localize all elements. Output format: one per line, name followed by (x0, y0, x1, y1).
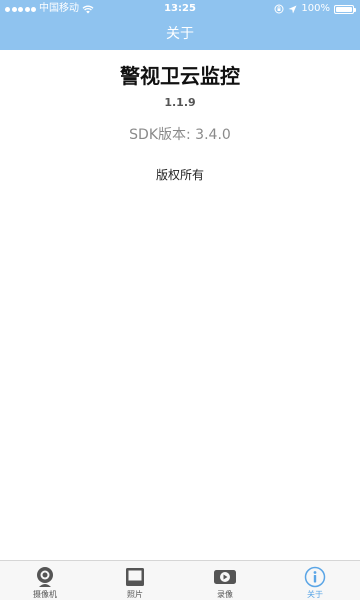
info-icon (303, 566, 327, 588)
video-icon (213, 566, 237, 588)
tab-label: 录像 (217, 590, 233, 599)
about-content: 警视卫云监控 1.1.9 SDK版本: 3.4.0 版权所有 (0, 50, 360, 560)
app-version: 1.1.9 (164, 96, 196, 109)
app-name: 警视卫云监控 (120, 64, 240, 88)
status-right: 100% (274, 0, 356, 18)
tab-bar: 摄像机 照片 录像 关于 (0, 560, 360, 600)
battery-percent: 100% (301, 3, 330, 14)
page-title: 关于 (166, 26, 194, 42)
rotation-lock-icon (274, 4, 284, 14)
tab-recordings[interactable]: 录像 (180, 561, 270, 600)
header-bar: 中国移动 13:25 100% 关于 (0, 0, 360, 50)
tab-camera[interactable]: 摄像机 (0, 561, 90, 600)
tab-photos[interactable]: 照片 (90, 561, 180, 600)
copyright-text: 版权所有 (155, 168, 204, 182)
battery-icon (334, 4, 356, 14)
status-bar: 中国移动 13:25 100% (0, 0, 360, 18)
sdk-version: SDK版本: 3.4.0 (129, 127, 231, 143)
tab-label: 照片 (127, 590, 143, 599)
tab-label: 摄像机 (33, 590, 57, 599)
camera-icon (33, 566, 57, 588)
tab-about[interactable]: 关于 (270, 561, 360, 600)
photo-icon (123, 566, 147, 588)
location-icon (288, 5, 297, 13)
tab-label: 关于 (307, 590, 323, 599)
